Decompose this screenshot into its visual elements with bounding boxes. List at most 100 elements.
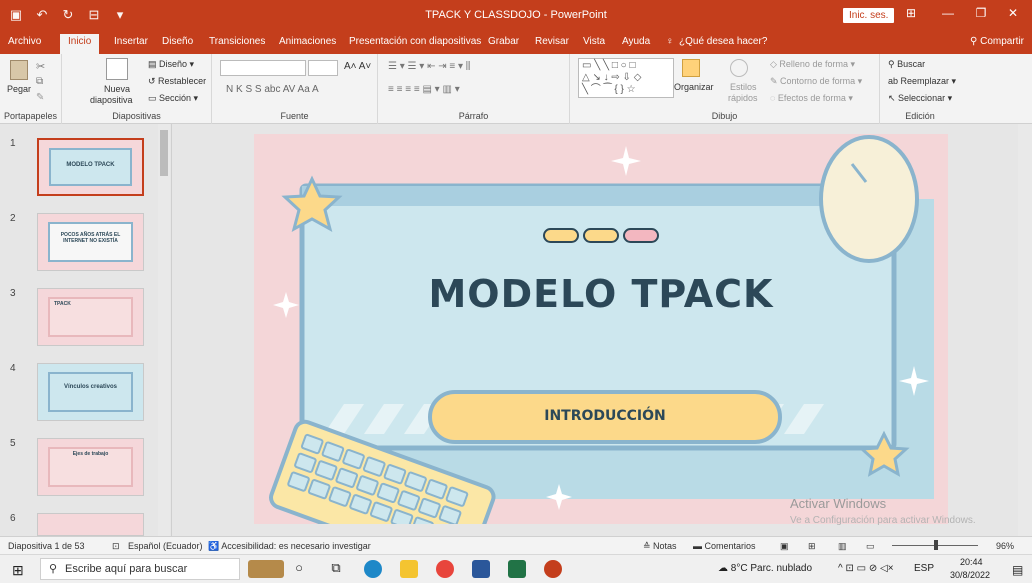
tab-vista[interactable]: Vista: [583, 36, 605, 47]
new-slide-icon[interactable]: [106, 58, 128, 80]
zoom-slider-thumb[interactable]: [934, 540, 938, 550]
arrange-icon[interactable]: [682, 59, 700, 77]
editor-scrollbar[interactable]: [1018, 124, 1032, 536]
slideshow-view-icon[interactable]: ▭: [866, 541, 875, 552]
bullets-icon[interactable]: ☰ ▾ ☰ ▾ ⇤ ⇥ ≡ ▾ ⫼: [388, 61, 470, 72]
sorter-view-icon[interactable]: ⊞: [808, 541, 816, 552]
shape-fill-button[interactable]: ◇ Relleno de forma ▾: [770, 59, 855, 70]
ribbon-display-icon[interactable]: ⊞: [896, 6, 926, 20]
reading-view-icon[interactable]: ▥: [838, 541, 847, 552]
powerpoint-icon[interactable]: [544, 560, 562, 578]
copy-icon[interactable]: ⧉: [36, 76, 43, 87]
sign-in-button[interactable]: Inic. ses.: [843, 8, 895, 23]
excel-icon[interactable]: [508, 560, 526, 578]
weather-widget[interactable]: ☁ 8°C Parc. nublado: [718, 563, 812, 574]
shape-outline-button[interactable]: ✎ Contorno de forma ▾: [770, 76, 862, 87]
file-explorer-icon[interactable]: [400, 560, 418, 578]
news-widget-icon[interactable]: [248, 560, 284, 578]
quick-styles-label-1[interactable]: Estilos: [730, 82, 757, 92]
task-view-icon[interactable]: ⧉: [327, 560, 345, 578]
tell-me-search[interactable]: ¿Qué desea hacer?: [679, 36, 767, 47]
section-icon: ▭: [148, 93, 160, 103]
paste-label[interactable]: Pegar: [7, 84, 31, 94]
quick-styles-icon[interactable]: [730, 59, 748, 77]
notes-button[interactable]: ≙ Notas: [643, 541, 677, 552]
thumb-title: POCOS AÑOS ATRÁS EL INTERNET NO EXISTÍA: [60, 232, 121, 244]
edge-icon[interactable]: [364, 560, 382, 578]
tab-revisar[interactable]: Revisar: [535, 36, 569, 47]
tab-presentacion[interactable]: Presentación con diapositivas: [349, 36, 481, 47]
paste-icon[interactable]: [10, 60, 28, 80]
layout-icon: ▤: [148, 59, 160, 69]
slide-canvas[interactable]: MODELO TPACK INTRODUCCIÓN: [254, 134, 948, 524]
reset-button[interactable]: ↺ Restablecer: [148, 76, 206, 87]
font-name-input[interactable]: [220, 60, 306, 76]
windows-start-icon[interactable]: ⊞: [12, 562, 24, 579]
language-status[interactable]: Español (Ecuador): [128, 541, 203, 551]
slide-thumbnail[interactable]: [37, 513, 144, 536]
input-language[interactable]: ESP: [914, 563, 934, 574]
fill-icon: ◇: [770, 59, 780, 69]
slide-thumbnail[interactable]: Ejes de trabajo: [37, 438, 144, 496]
shapes-gallery[interactable]: ▭ ╲ ╲ □ ○ □ △ ↘ ↓ ⇨ ⇩ ◇ ╲ ⌒ ⁀ { } ☆: [578, 58, 674, 98]
select-button[interactable]: ↖ Seleccionar ▾: [888, 93, 952, 104]
zoom-level[interactable]: 96%: [996, 541, 1014, 551]
new-slide-label-1[interactable]: Nueva: [104, 84, 130, 94]
notes-icon: ≙: [643, 541, 654, 551]
share-button[interactable]: ⚲ Compartir: [970, 36, 1024, 47]
cut-icon[interactable]: ✂: [36, 60, 45, 73]
arrange-label[interactable]: Organizar: [674, 82, 714, 92]
tab-ayuda[interactable]: Ayuda: [622, 36, 650, 47]
taskbar-search[interactable]: ⚲ Escribe aquí para buscar: [40, 558, 240, 580]
accessibility-status[interactable]: ♿ Accesibilidad: es necesario investigar: [208, 541, 371, 552]
normal-view-icon[interactable]: ▣: [780, 541, 789, 552]
close-button[interactable]: ✕: [998, 6, 1028, 20]
align-icon[interactable]: ≡ ≡ ≡ ≡ ▤ ▾ ▥ ▾: [388, 84, 460, 95]
format-painter-icon[interactable]: ✎: [36, 92, 44, 103]
outline-icon: ✎: [770, 76, 781, 86]
grow-font-icon[interactable]: A˄ A˅: [344, 61, 371, 72]
shape-effects-button[interactable]: ◌ Efectos de forma ▾: [770, 93, 853, 104]
slide-thumbnail[interactable]: Vínculos creativos: [37, 363, 144, 421]
thumb-title: Vínculos creativos: [63, 384, 118, 390]
font-size-input[interactable]: [308, 60, 338, 76]
new-slide-label-2[interactable]: diapositiva: [90, 95, 133, 105]
thumbnail-scrollbar[interactable]: [158, 124, 170, 536]
tab-diseno[interactable]: Diseño: [162, 36, 193, 47]
scrollbar-thumb[interactable]: [160, 130, 168, 176]
restore-button[interactable]: ❐: [966, 6, 996, 20]
tab-grabar[interactable]: Grabar: [488, 36, 519, 47]
thumb-number: 1: [10, 138, 16, 149]
clock-time[interactable]: 20:44: [960, 557, 983, 567]
tab-archivo[interactable]: Archivo: [8, 36, 41, 47]
slide-thumbnail[interactable]: TPACK: [37, 288, 144, 346]
clock-date[interactable]: 30/8/2022: [950, 570, 990, 580]
find-button[interactable]: ⚲ Buscar: [888, 59, 925, 70]
tray-icons[interactable]: ^ ⊡ ▭ ⊘ ◁×: [838, 563, 894, 574]
notification-icon[interactable]: ▤: [1012, 563, 1023, 577]
word-icon[interactable]: [472, 560, 490, 578]
layout-button[interactable]: ▤ Diseño ▾: [148, 59, 194, 70]
minimize-button[interactable]: —: [933, 6, 963, 20]
font-format-buttons[interactable]: N K S S abc AV Aa A: [226, 84, 319, 95]
section-button[interactable]: ▭ Sección ▾: [148, 93, 198, 104]
taskbar: ⊞ ⚲ Escribe aquí para buscar ○ ⧉ ☁ 8°C P…: [0, 554, 1032, 583]
slide-intro-label[interactable]: INTRODUCCIÓN: [430, 408, 780, 424]
replace-button[interactable]: ab Reemplazar ▾: [888, 76, 956, 87]
slide-title[interactable]: MODELO TPACK: [254, 272, 948, 316]
search-icon: ⚲: [888, 59, 898, 69]
group-fuente: A˄ A˅ N K S S abc AV Aa A Fuente: [212, 54, 378, 124]
thumb-title: TPACK: [54, 301, 71, 307]
quick-styles-label-2[interactable]: rápidos: [728, 93, 758, 103]
tab-insertar[interactable]: Insertar: [114, 36, 148, 47]
slide-thumbnail[interactable]: POCOS AÑOS ATRÁS EL INTERNET NO EXISTÍA: [37, 213, 144, 271]
tab-transiciones[interactable]: Transiciones: [209, 36, 265, 47]
tab-inicio[interactable]: Inicio: [60, 34, 100, 54]
cortana-icon[interactable]: ○: [290, 560, 308, 578]
slide-thumbnail-pane[interactable]: 1 MODELO TPACK 2 POCOS AÑOS ATRÁS EL INT…: [0, 124, 172, 536]
comments-button[interactable]: ▬ Comentarios: [693, 541, 756, 551]
slide-thumbnail[interactable]: MODELO TPACK: [37, 138, 144, 196]
spellcheck-icon[interactable]: ⊡: [112, 541, 120, 552]
tab-animaciones[interactable]: Animaciones: [279, 36, 336, 47]
chrome-icon[interactable]: [436, 560, 454, 578]
